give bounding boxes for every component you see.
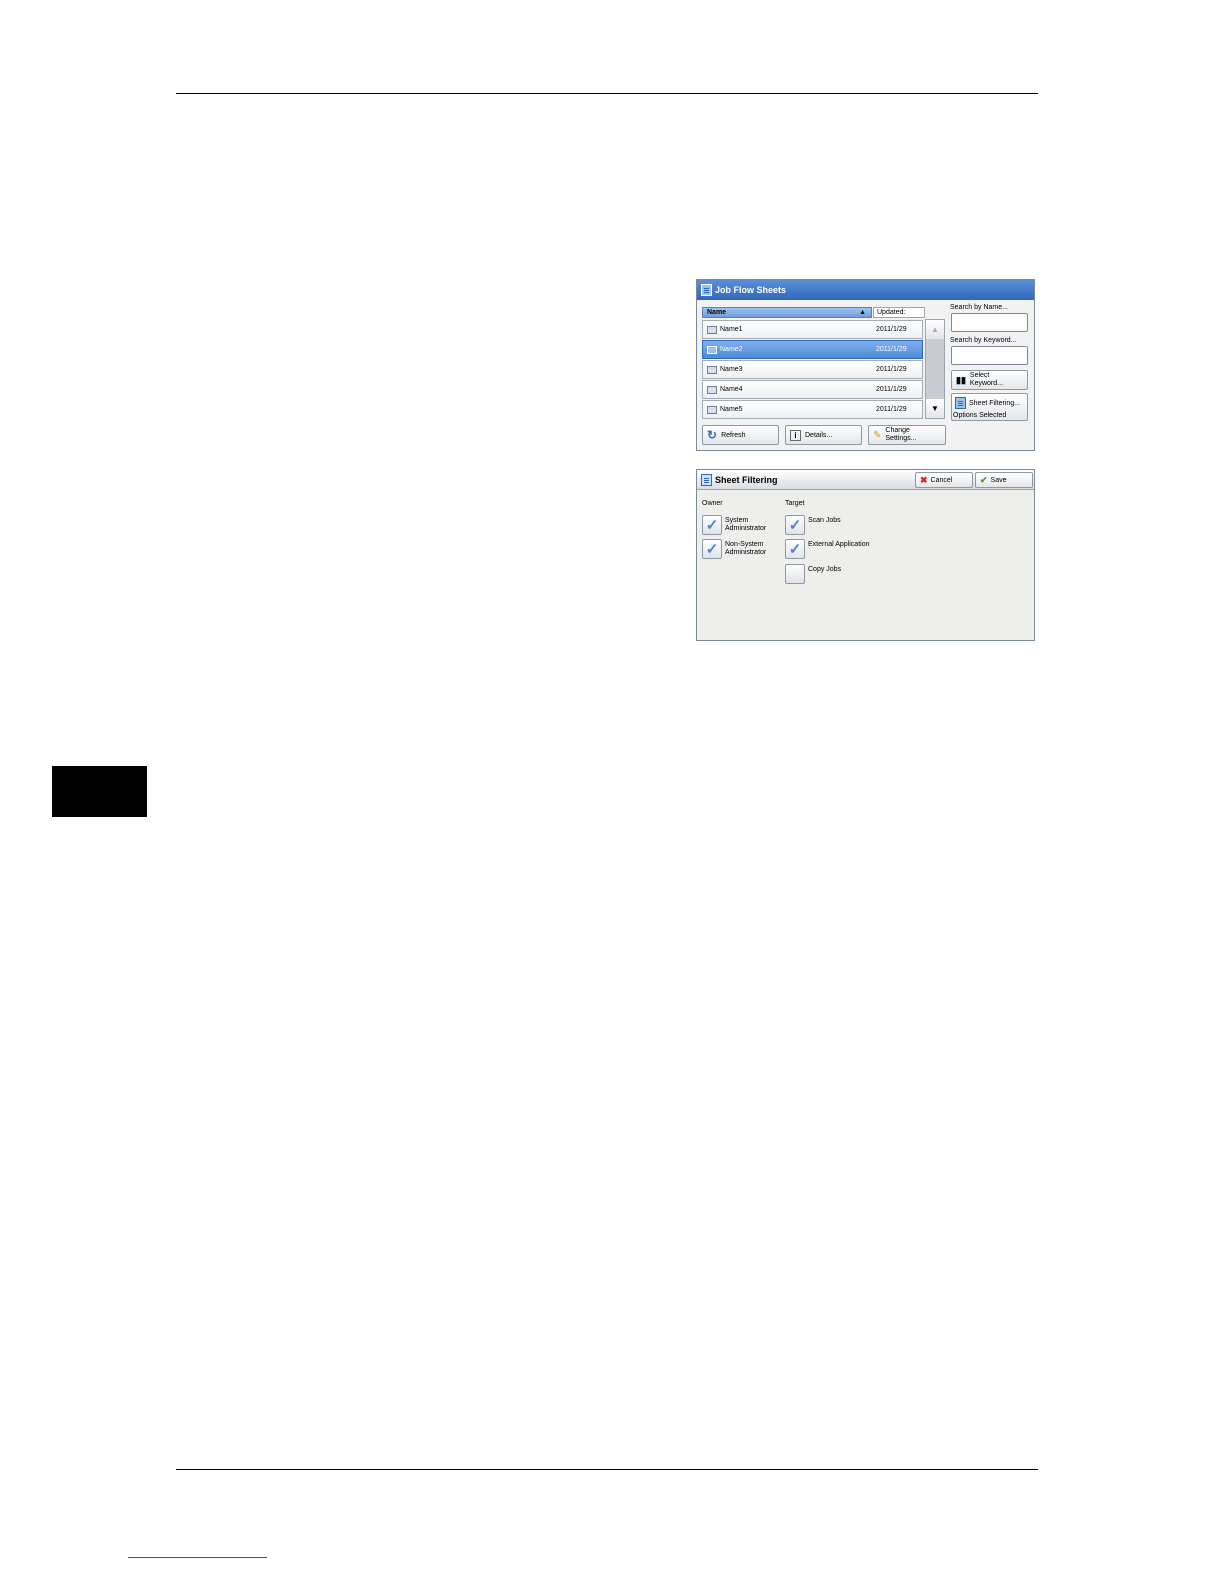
info-icon: i (790, 429, 801, 441)
owner-heading: Owner (702, 500, 723, 507)
column-header-name[interactable]: Name ▲ (702, 307, 872, 318)
refresh-button[interactable]: ↻ Refresh (702, 425, 779, 445)
sheet-filtering-icon (955, 397, 966, 409)
select-keyword-button[interactable]: ▮▮ Select Keyword... (951, 370, 1028, 390)
details-button[interactable]: i Details... (785, 425, 862, 445)
job-flow-sheets-screen: Job Flow Sheets Name ▲ Updated: Name1 20… (696, 279, 1035, 451)
sort-ascending-icon: ▲ (859, 309, 866, 316)
column-header-updated[interactable]: Updated: (873, 307, 925, 318)
checkbox-checked-icon[interactable]: ✓ (785, 539, 805, 559)
screen-title: Sheet Filtering (715, 474, 778, 485)
search-by-name-label: Search by Name... (950, 304, 1008, 311)
sheet-icon (707, 345, 717, 354)
save-button[interactable]: ✔ Save (975, 472, 1033, 488)
screen-title: Job Flow Sheets (715, 285, 787, 295)
sheet-icon (707, 325, 717, 334)
target-heading: Target (785, 500, 805, 507)
sheet-filtering-screen: Sheet Filtering ✖ Cancel ✔ Save Owner Ta… (696, 469, 1035, 641)
cancel-button[interactable]: ✖ Cancel (915, 472, 973, 488)
sheet-row[interactable]: Name4 2011/1/29 (702, 380, 923, 399)
sheet-icon (707, 385, 717, 394)
sheet-row[interactable]: Name3 2011/1/29 (702, 360, 923, 379)
checkbox-checked-icon[interactable]: ✓ (702, 539, 722, 559)
save-check-icon: ✔ (980, 474, 988, 485)
sheet-row[interactable]: Name5 2011/1/29 (702, 400, 923, 419)
target-external-application-option[interactable]: ✓ External Application (785, 539, 869, 559)
footer-link-underline (128, 1557, 267, 1558)
scroll-down-button[interactable]: ▼ (926, 399, 944, 418)
options-selected-status: Options Selected (953, 412, 1007, 419)
wrench-icon: ✎ (873, 429, 882, 441)
job-flow-sheets-titlebar: Job Flow Sheets (697, 280, 1034, 300)
search-by-keyword-label: Search by Keyword... (950, 337, 1017, 344)
cancel-x-icon: ✖ (920, 474, 928, 485)
sheet-filtering-icon (701, 473, 712, 486)
sheet-icon (707, 365, 717, 374)
sheet-row[interactable]: Name1 2011/1/29 (702, 320, 923, 339)
checkbox-checked-icon[interactable]: ✓ (785, 515, 805, 535)
target-copy-jobs-option[interactable]: Copy Jobs (785, 564, 841, 584)
sheet-icon (707, 405, 717, 414)
search-by-name-field[interactable] (951, 313, 1028, 332)
chapter-tab (52, 766, 147, 817)
checkbox-checked-icon[interactable]: ✓ (702, 515, 722, 535)
refresh-icon: ↻ (707, 428, 718, 442)
list-scrollbar[interactable]: ▲ ▼ (925, 319, 945, 419)
search-by-keyword-field[interactable] (951, 346, 1028, 365)
scroll-up-button[interactable]: ▲ (926, 320, 944, 339)
owner-system-administrator-option[interactable]: ✓ System Administrator (702, 515, 766, 535)
sheet-row-selected[interactable]: Name2 2011/1/29 (702, 340, 923, 359)
change-settings-button[interactable]: ✎ Change Settings... (868, 425, 946, 445)
job-flow-icon (701, 284, 712, 296)
target-scan-jobs-option[interactable]: ✓ Scan Jobs (785, 515, 841, 535)
binoculars-icon: ▮▮ (956, 374, 966, 385)
header-rule (176, 93, 1038, 94)
checkbox-unchecked-icon[interactable] (785, 564, 805, 584)
owner-non-system-administrator-option[interactable]: ✓ Non-System Administrator (702, 539, 766, 559)
footer-rule (176, 1469, 1038, 1470)
